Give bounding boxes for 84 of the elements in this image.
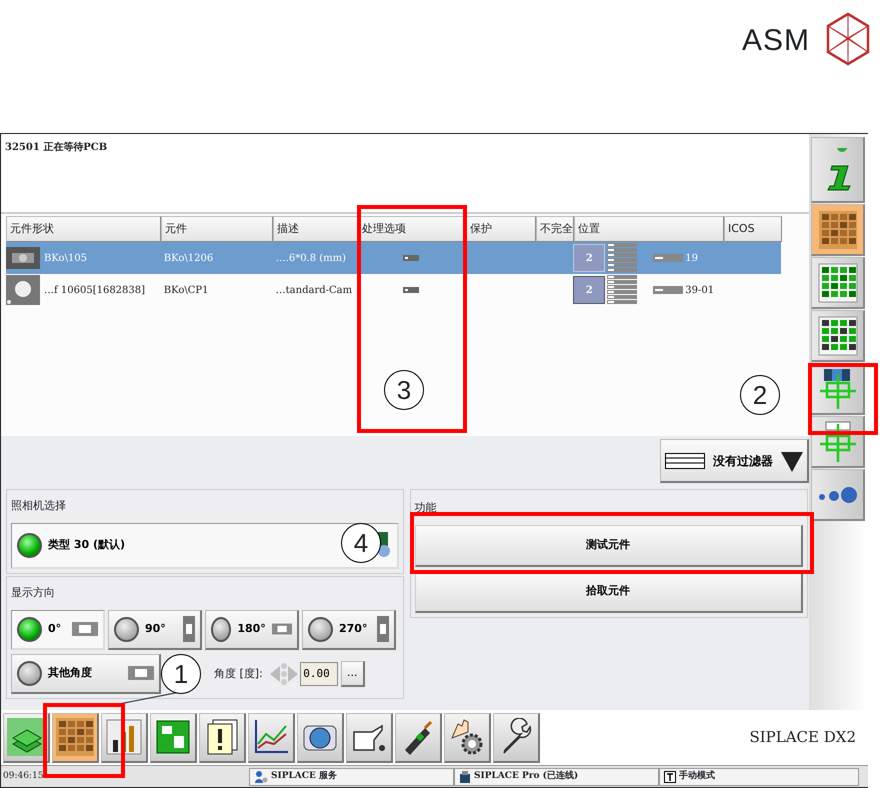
component-horizontal-icon [128,666,154,680]
radio-icon [114,616,139,642]
grid-icon [55,717,95,758]
grid-icon [818,262,858,302]
panel-title: 照相机选择 [11,499,66,512]
sidebar-tab[interactable] [811,310,865,362]
table-cell-text: BKo\105 [44,252,88,266]
orientation-option[interactable]: 其他角度 [11,654,161,694]
clock-text: 09:46:15 [2,770,44,783]
table-row[interactable]: …f 10605[1682838] BKo\CP1 …tandard-Cam 2 39-01 [6,274,781,306]
column-header[interactable]: 元件 [161,216,273,242]
person-icon [254,770,268,784]
toolbar-button[interactable] [297,712,344,763]
sidebar-tab[interactable] [811,257,865,309]
radio-icon [211,616,232,642]
highlight-frame [808,363,878,435]
orientation-option[interactable]: 180° [205,610,299,650]
radio-icon [17,616,42,642]
panel-title: 功能 [414,501,436,514]
component-horizontal-icon [72,622,98,636]
toolbar-button[interactable] [101,712,148,763]
grid-icon [818,316,858,356]
angle-label: 角度 [度]: [214,666,263,682]
toolbar-button[interactable] [395,712,442,763]
column-header[interactable]: ICOS [724,216,782,242]
list-icon [665,452,705,468]
toolbar-button[interactable] [444,712,491,763]
board-icon [154,718,192,756]
angle-field[interactable]: 0.00 [300,662,338,686]
status-text: 手动模式 [679,770,715,783]
column-header[interactable]: 保护 [466,216,536,242]
spin-arrows-icon [270,660,298,687]
component-vertical-icon [183,616,195,642]
chip-icon [6,245,40,271]
feeder-rack-icon [607,275,638,305]
status-text: SIPLACE 服务 [271,770,337,783]
column-header[interactable]: 位置 [574,216,724,242]
device-icon [459,770,471,784]
table-cell-text: …f 10605[1682838] [44,284,146,298]
slot-badge: 2 [573,276,606,304]
logo-text: ASM [742,26,810,56]
orientation-option[interactable]: 0° [11,610,105,650]
column-header[interactable]: 元件形状 [6,216,161,242]
radio-icon [17,660,42,686]
feeder-bar-icon [653,286,684,294]
more-button[interactable]: ... [341,660,365,687]
panel-title: 显示方向 [11,586,55,600]
product-name: SIPLACE DX2 [749,727,856,748]
table-cell-text: BKo\1206 [164,252,214,266]
toolbar-button[interactable] [248,712,295,763]
column-header[interactable]: 描述 [273,216,358,242]
table-cell-text: ….6*0.8 (mm) [276,252,346,266]
text-mode-icon [664,770,676,783]
table-cell-text: BKo\CP1 [164,284,208,298]
function-button[interactable]: 测试元件 [414,524,802,566]
slot-badge: 2 [573,244,606,272]
option-icon [403,287,420,293]
option-icon [403,255,420,261]
column-header[interactable]: 不完全 [536,216,574,242]
grid-icon [818,210,858,250]
column-header[interactable]: 处理选项 [358,216,466,242]
feeder-bar-icon [653,254,684,262]
status-message: 32501 正在等待PCB [5,142,108,153]
table-cell-text: 39-01 [685,284,714,298]
radio-icon [308,616,333,642]
component-horizontal-icon [272,622,292,636]
component-vertical-icon [377,616,389,642]
orientation-option[interactable]: 270° [302,610,396,650]
toolbar-button[interactable] [150,712,197,763]
sidebar-tab[interactable] [811,137,865,203]
table-cell-text: 19 [685,252,698,266]
radio-icon [17,532,42,558]
toolbar-button[interactable] [3,712,50,763]
toolbar-button[interactable] [493,712,540,763]
orientation-option[interactable]: 90° [108,610,202,650]
feeder-rack-icon [607,243,638,273]
filter-dropdown[interactable]: 没有过滤器 [660,439,809,483]
toolbar-button[interactable] [199,712,246,763]
round-component-icon [6,275,40,305]
status-text: SIPLACE Pro (已连线) [474,770,578,783]
logo-icon [824,12,872,66]
caret-icon [781,450,803,472]
table-cell-text: …tandard-Cam [276,284,352,298]
toolbar-button[interactable] [346,712,393,763]
